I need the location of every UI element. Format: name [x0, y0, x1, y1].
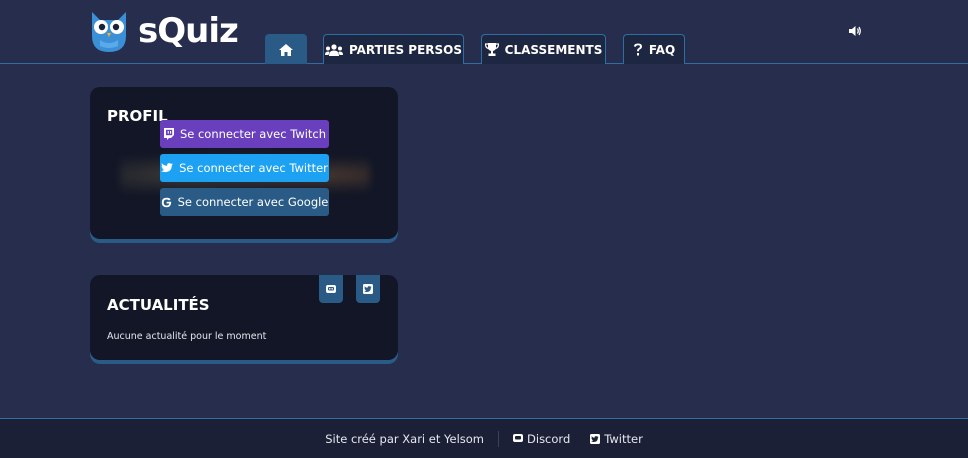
site-name: sQuiz [138, 11, 239, 51]
twitter-icon [363, 284, 373, 294]
tab-label: PARTIES PERSOS [348, 42, 463, 57]
news-card: ACTUALITÉS Aucune actualité pour le mome… [90, 275, 398, 360]
discord-link-button[interactable] [319, 275, 343, 303]
discord-icon [326, 284, 336, 293]
top-header: sQuiz PARTIES PERSOS CLASSEMENTS FAQ [0, 0, 968, 64]
twitter-link-button[interactable] [356, 275, 380, 303]
tab-label: FAQ [648, 42, 676, 57]
users-icon [324, 43, 343, 56]
google-icon [161, 197, 171, 207]
twitch-login-button[interactable]: Se connecter avec Twitch [160, 120, 329, 148]
google-login-label: Se connecter avec Google [177, 195, 329, 209]
question-icon [633, 43, 642, 56]
footer-credit: Site créé par Xari et Yelsom [325, 431, 485, 446]
twitter-login-button[interactable]: Se connecter avec Twitter [160, 154, 329, 182]
twitch-icon [163, 128, 174, 140]
profile-title: PROFIL [107, 107, 168, 125]
news-title: ACTUALITÉS [107, 296, 210, 314]
home-icon [279, 43, 293, 56]
twitter-bird-icon [161, 163, 174, 173]
footer-discord-label: Discord [527, 431, 571, 446]
owl-logo-icon [92, 12, 126, 52]
google-login-button[interactable]: Se connecter avec Google [160, 188, 329, 216]
tab-label: CLASSEMENTS [504, 42, 603, 57]
discord-icon [513, 434, 524, 442]
footer-twitter-label: Twitter [604, 431, 643, 446]
footer-separator [498, 430, 500, 447]
trophy-icon [484, 43, 499, 56]
tab-home[interactable] [265, 34, 307, 64]
footer: Site créé par Xari et Yelsom Discord Twi… [0, 418, 968, 458]
tab-classements[interactable]: CLASSEMENTS [481, 34, 606, 64]
twitch-login-label: Se connecter avec Twitch [179, 127, 327, 141]
footer-twitter-link[interactable]: Twitter [590, 432, 643, 446]
volume-icon[interactable] [848, 24, 862, 38]
site-logo[interactable]: sQuiz [88, 8, 239, 54]
twitter-icon [590, 433, 601, 444]
profile-card: PROFIL Se connecter avec Twitch Se conne… [90, 87, 398, 239]
footer-discord-link[interactable]: Discord [513, 432, 570, 446]
tab-faq[interactable]: FAQ [623, 34, 685, 64]
news-empty-text: Aucune actualité pour le moment [107, 331, 267, 342]
tab-parties-persos[interactable]: PARTIES PERSOS [323, 34, 464, 64]
twitter-login-label: Se connecter avec Twitter [179, 161, 328, 175]
